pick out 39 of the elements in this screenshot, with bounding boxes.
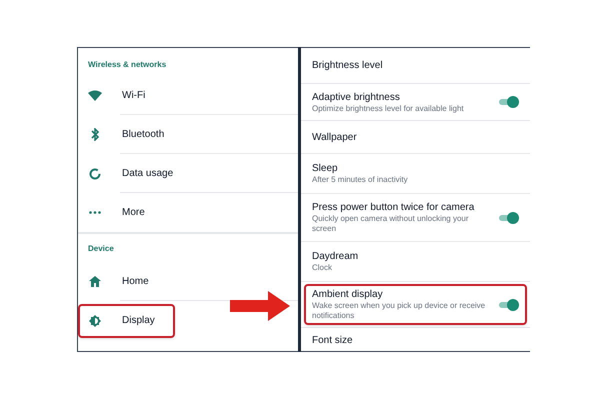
setting-title: Press power button twice for camera xyxy=(312,201,476,214)
home-icon xyxy=(89,276,101,287)
brightness-icon xyxy=(89,314,101,326)
settings-item[interactable]: Press power button twice for camera Quickly open camera without unlocking your screen xyxy=(304,197,527,238)
settings-item[interactable]: Data usage xyxy=(78,156,194,190)
settings-item[interactable]: Wallpaper xyxy=(304,126,527,148)
settings-item[interactable]: Display xyxy=(78,304,175,338)
settings-item[interactable]: Home xyxy=(78,264,169,298)
section-header: Device xyxy=(87,243,115,255)
setting-description: Optimize brightness level for available light xyxy=(312,104,465,114)
setting-title: Ambient display xyxy=(312,288,384,301)
settings-item[interactable]: Brightness level xyxy=(304,55,527,76)
settings-item[interactable]: Ambient display Wake screen when you pick up device or receive notifications xyxy=(304,284,527,325)
arrow-icon xyxy=(230,291,290,321)
settings-item[interactable]: Daydream Clock xyxy=(304,246,527,277)
toggle-switch[interactable] xyxy=(499,212,519,224)
setting-title: Font size xyxy=(312,334,354,346)
setting-title: Wallpaper xyxy=(312,130,358,144)
wifi-icon xyxy=(88,90,102,101)
settings-item[interactable]: Adaptive brightness Optimize brightness level for available light xyxy=(304,86,527,118)
setting-description: Quickly open camera without unlocking your screen xyxy=(312,214,470,234)
bluetooth-icon xyxy=(90,128,100,141)
setting-title: Adaptive brightness xyxy=(312,90,401,104)
setting-title: Brightness level xyxy=(312,59,384,72)
setting-description: Clock xyxy=(312,263,334,273)
settings-item[interactable]: Font size xyxy=(304,330,527,350)
toggle-switch[interactable] xyxy=(499,298,519,310)
toggle-switch[interactable] xyxy=(499,96,519,108)
section-header: Wireless & networks xyxy=(87,59,168,71)
setting-description: Wake screen when you pick up device or receive notifications xyxy=(312,301,486,321)
circle-icon xyxy=(89,168,101,180)
setting-title: Sleep xyxy=(312,162,339,175)
settings-item[interactable]: Sleep After 5 minutes of inactivity xyxy=(304,158,527,189)
settings-item[interactable]: Wi-Fi xyxy=(78,78,166,112)
settings-item[interactable]: Bluetooth xyxy=(78,118,184,152)
settings-item[interactable]: More xyxy=(78,196,165,230)
setting-description: After 5 minutes of inactivity xyxy=(312,175,409,185)
more-icon xyxy=(89,211,101,214)
setting-title: Daydream xyxy=(312,250,360,263)
